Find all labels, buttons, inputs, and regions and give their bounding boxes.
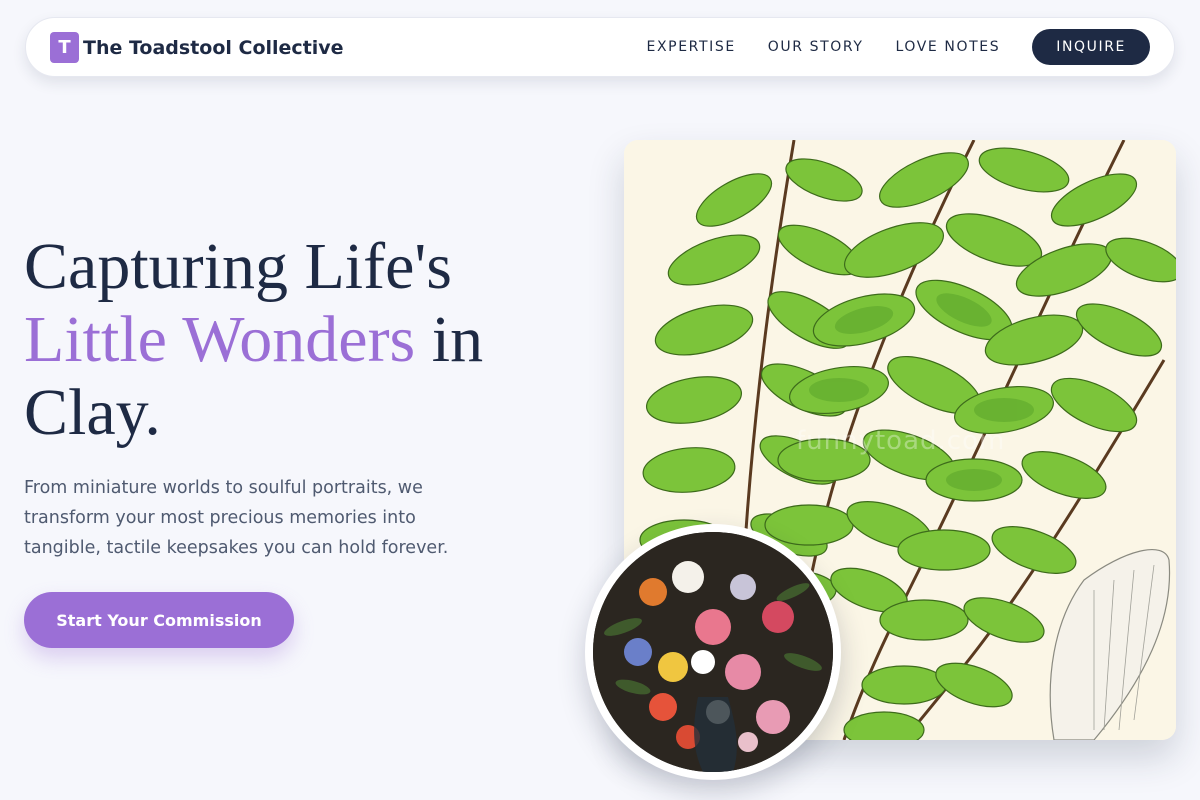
- nav-link-our-story[interactable]: OUR STORY: [768, 29, 864, 65]
- hero-title-line1: Capturing Life's: [24, 230, 452, 303]
- hero-title: Capturing Life's Little Wonders in Clay.: [24, 230, 584, 449]
- hero-description: From miniature worlds to soulful portrai…: [24, 478, 449, 558]
- bouquet-painting-frame: [593, 532, 833, 772]
- nav-link-expertise[interactable]: EXPERTISE: [647, 29, 736, 65]
- bouquet-painting-image: [585, 524, 841, 780]
- nav-link-love-notes[interactable]: LOVE NOTES: [895, 29, 1000, 65]
- hero-title-after-accent: in: [415, 303, 484, 376]
- watermark-text: funnytoad.com: [796, 426, 1006, 456]
- top-navbar: T The Toadstool Collective EXPERTISE OUR…: [25, 17, 1175, 77]
- inquire-button[interactable]: INQUIRE: [1032, 29, 1150, 65]
- bouquet-artwork: [593, 532, 833, 772]
- hero-title-line3: Clay.: [24, 376, 161, 449]
- brand-icon: T: [50, 32, 79, 63]
- hero-title-accent: Little Wonders: [24, 303, 416, 376]
- brand-name: The Toadstool Collective: [83, 36, 344, 59]
- nav-links: EXPERTISE OUR STORY LOVE NOTES INQUIRE: [647, 29, 1150, 65]
- start-commission-button[interactable]: Start Your Commission: [24, 592, 294, 648]
- brand-logo[interactable]: T The Toadstool Collective: [50, 32, 344, 63]
